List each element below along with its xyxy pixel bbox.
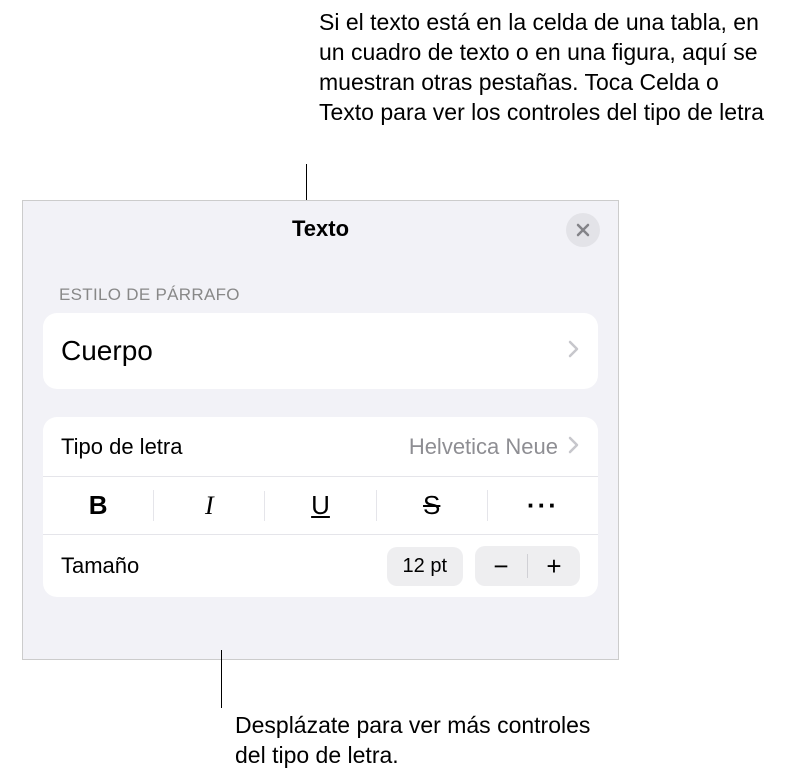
size-increment-button[interactable]: + (528, 546, 580, 586)
chevron-right-icon (568, 434, 580, 460)
callout-line-bottom (221, 650, 222, 708)
close-button[interactable] (566, 213, 600, 247)
size-label: Tamaño (61, 553, 387, 579)
paragraph-style-row[interactable]: Cuerpo (43, 313, 598, 389)
font-row[interactable]: Tipo de letra Helvetica Neue (43, 417, 598, 477)
callout-top-text: Si el texto está en la celda de una tabl… (319, 8, 769, 128)
chevron-right-icon (568, 338, 580, 364)
size-value-button[interactable]: 12 pt (387, 547, 463, 586)
strikethrough-button[interactable]: S (377, 490, 488, 521)
paragraph-style-card: Cuerpo (43, 313, 598, 389)
paragraph-style-section-label: ESTILO DE PÁRRAFO (59, 285, 618, 305)
close-icon (575, 222, 591, 238)
italic-button[interactable]: I (154, 491, 265, 521)
bold-button[interactable]: B (43, 490, 154, 521)
font-card: Tipo de letra Helvetica Neue B I U S ···… (43, 417, 598, 597)
font-value: Helvetica Neue (409, 434, 558, 460)
size-decrement-button[interactable]: − (475, 546, 527, 586)
underline-button[interactable]: U (265, 490, 376, 521)
size-row: Tamaño 12 pt − + (43, 535, 598, 597)
more-options-button[interactable]: ··· (488, 490, 598, 521)
size-stepper: − + (475, 546, 580, 586)
font-label: Tipo de letra (61, 434, 409, 460)
paragraph-style-name: Cuerpo (61, 335, 568, 367)
panel-header: Texto (23, 201, 618, 257)
text-format-panel: Texto ESTILO DE PÁRRAFO Cuerpo Tipo de l… (22, 200, 619, 660)
text-style-buttons-row: B I U S ··· (43, 477, 598, 535)
panel-title: Texto (292, 216, 349, 242)
callout-bottom-text: Desplázate para ver más controles del ti… (235, 711, 615, 771)
